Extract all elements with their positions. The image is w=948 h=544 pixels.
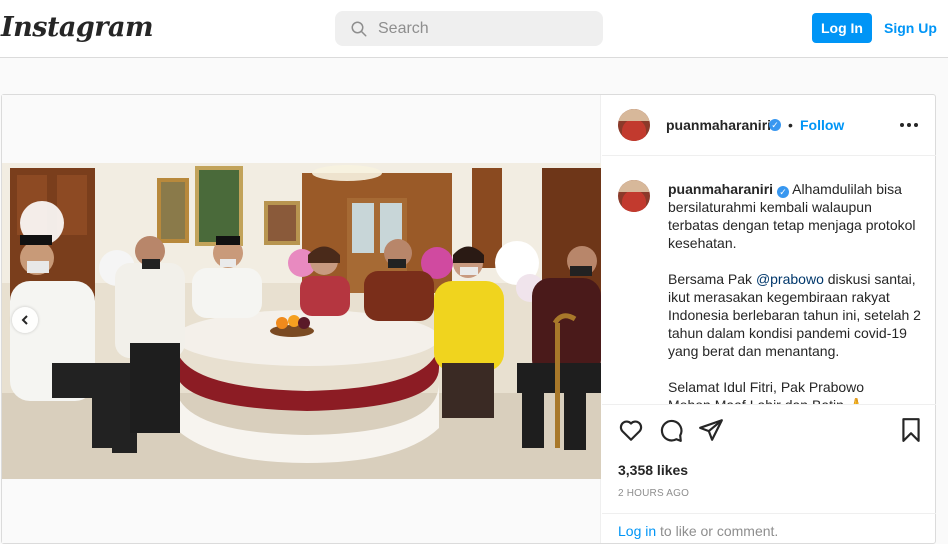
post-actions: [602, 417, 936, 447]
caption-username[interactable]: puanmaharaniri: [668, 181, 773, 197]
post-username[interactable]: puanmaharaniri: [666, 117, 771, 133]
bookmark-icon[interactable]: [898, 417, 924, 443]
likes-count[interactable]: 3,358 likes: [618, 462, 688, 478]
top-navigation-bar: Instagram Log In Sign Up: [0, 0, 948, 58]
search-input[interactable]: [378, 19, 578, 38]
separator-dot: •: [788, 117, 793, 133]
login-suffix: to like or comment.: [656, 523, 779, 539]
share-icon[interactable]: [698, 417, 724, 443]
caption-para2-prefix: Bersama Pak: [668, 271, 756, 287]
post-card: puanmaharaniri ✓ • Follow puanmaharaniri…: [1, 94, 936, 544]
login-button[interactable]: Log In: [812, 13, 872, 43]
instagram-logo[interactable]: Instagram: [1, 12, 154, 43]
caption-para4: Mohon Maaf Lahir dan Batin 🙏: [668, 397, 866, 405]
signup-button[interactable]: Sign Up: [884, 13, 937, 43]
login-to-comment: Log in to like or comment.: [602, 513, 936, 543]
post-header: puanmaharaniri ✓ • Follow: [602, 95, 936, 156]
avatar[interactable]: [618, 109, 650, 141]
caption-area: puanmaharaniri ✓ Alhamdulilah bisa bersil…: [602, 157, 936, 405]
post-timestamp[interactable]: 2 HOURS AGO: [618, 488, 689, 499]
heart-icon[interactable]: [618, 417, 644, 443]
photo-illustration: [2, 163, 601, 479]
post-sidebar: puanmaharaniri ✓ • Follow puanmaharaniri…: [602, 95, 936, 543]
post-media-area: [2, 95, 601, 543]
post-photo[interactable]: [2, 163, 601, 479]
verified-badge-icon: ✓: [777, 186, 790, 198]
login-link[interactable]: Log in: [618, 523, 656, 539]
comment-icon[interactable]: [658, 417, 684, 443]
more-options-icon[interactable]: [900, 123, 918, 127]
mention-link[interactable]: @prabowo: [756, 271, 824, 287]
verified-badge-icon: ✓: [769, 119, 781, 131]
caption-avatar[interactable]: [618, 180, 650, 212]
follow-button[interactable]: Follow: [800, 117, 844, 133]
chevron-left-icon: [21, 315, 28, 325]
caption-para3: Selamat Idul Fitri, Pak Prabowo: [668, 379, 865, 395]
caption-text: puanmaharaniri ✓ Alhamdulilah bisa bersil…: [668, 180, 926, 405]
previous-photo-button[interactable]: [12, 307, 38, 333]
search-icon: [351, 21, 367, 36]
search-box[interactable]: [335, 11, 603, 46]
